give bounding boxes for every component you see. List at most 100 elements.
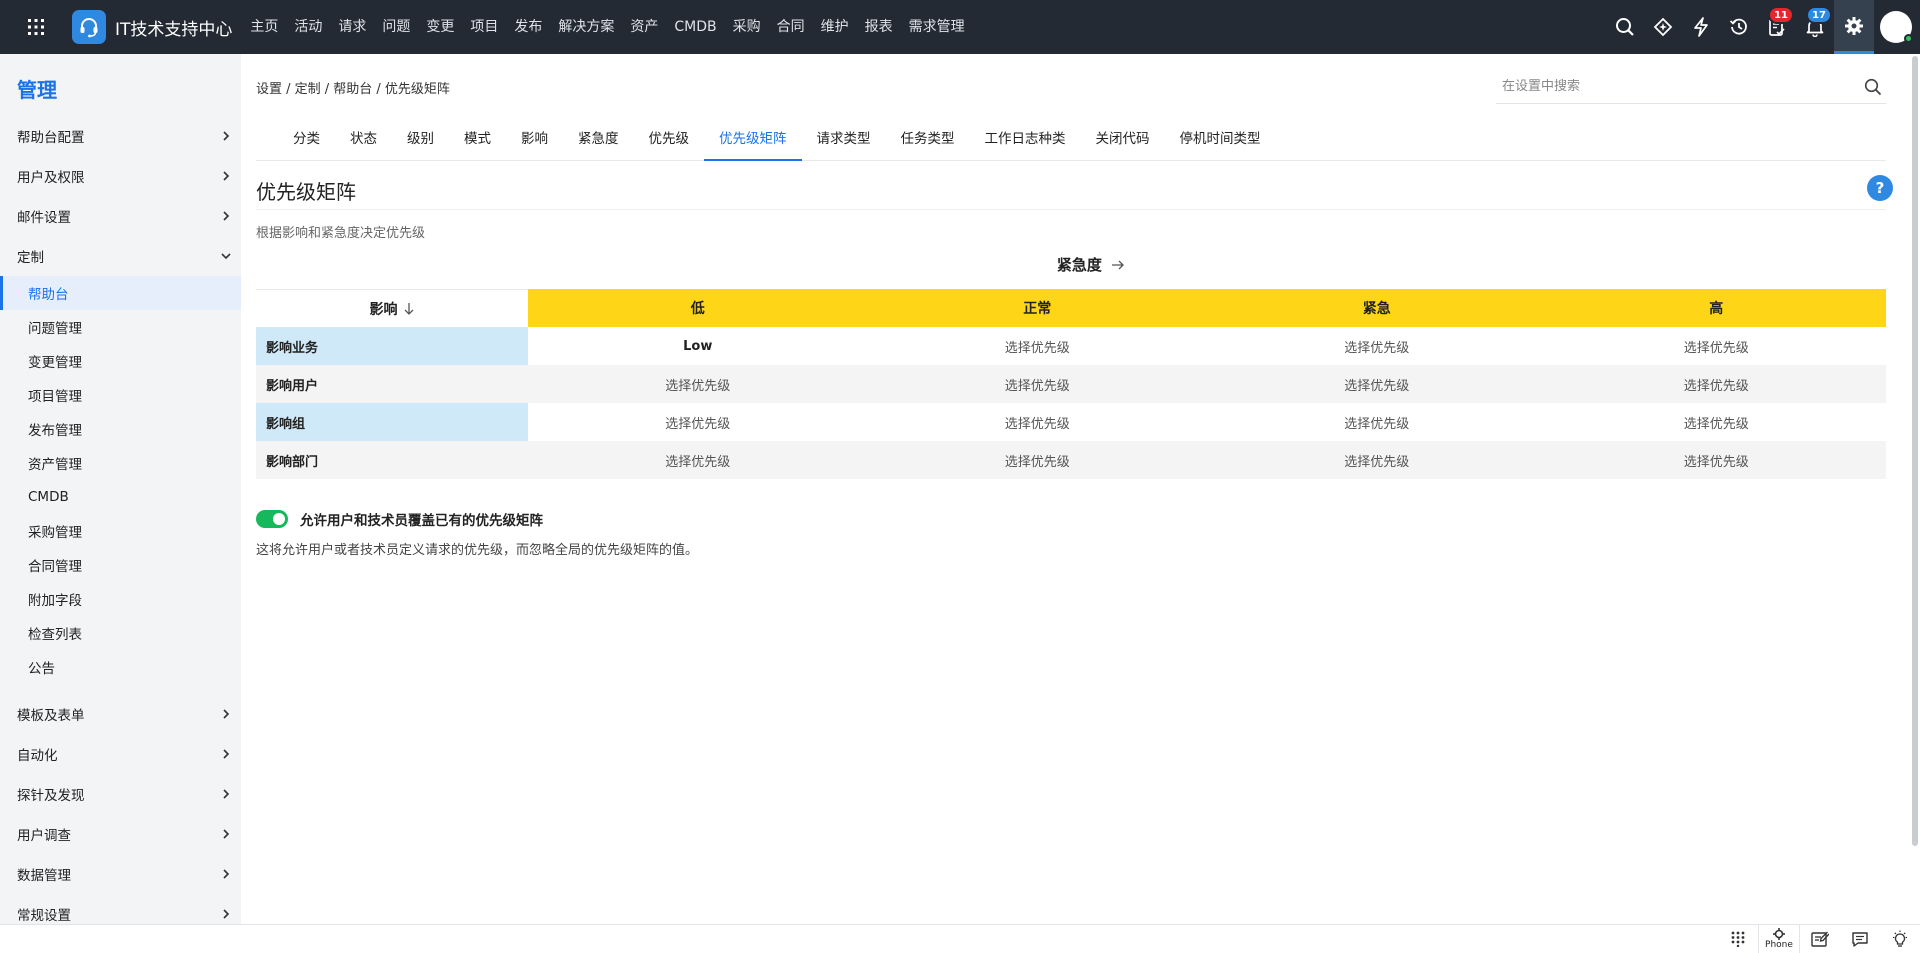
- search-icon[interactable]: [1606, 0, 1644, 54]
- override-toggle-description: 这将允许用户或者技术员定义请求的优先级，而忽略全局的优先级矩阵的值。: [256, 543, 699, 558]
- history-icon[interactable]: [1720, 0, 1758, 54]
- tab-downtime-type[interactable]: 停机时间类型: [1165, 118, 1276, 161]
- avatar[interactable]: [1880, 11, 1913, 43]
- tab-priority-matrix[interactable]: 优先级矩阵: [704, 118, 802, 161]
- brand[interactable]: IT技术支持中心: [72, 0, 232, 54]
- tab-priority[interactable]: 优先级: [634, 118, 705, 161]
- sidebar-item-general-settings[interactable]: 常规设置: [0, 894, 241, 924]
- sidebar-item-templates-forms[interactable]: 模板及表单: [0, 694, 241, 734]
- sidebar-sub-additional-fields[interactable]: 附加字段: [0, 582, 241, 616]
- priority-cell[interactable]: 选择优先级: [1547, 441, 1887, 479]
- chat-icon[interactable]: [1840, 925, 1880, 953]
- sidebar-sub-helpdesk[interactable]: 帮助台: [0, 276, 241, 310]
- priority-cell[interactable]: 选择优先级: [528, 403, 868, 441]
- vertical-scrollbar[interactable]: [1912, 56, 1918, 846]
- sidebar-sub-asset-management[interactable]: 资产管理: [0, 446, 241, 480]
- app-launcher-icon[interactable]: [0, 0, 72, 54]
- nav-demand-management[interactable]: 需求管理: [901, 0, 973, 54]
- nav-maintenance[interactable]: 维护: [813, 0, 857, 54]
- sidebar-item-data-management[interactable]: 数据管理: [0, 854, 241, 894]
- override-toggle-label: 允许用户和技术员覆盖已有的优先级矩阵: [300, 513, 543, 529]
- approvals-icon[interactable]: 11: [1758, 0, 1796, 54]
- sidebar-item-probes-discovery[interactable]: 探针及发现: [0, 774, 241, 814]
- tab-urgency[interactable]: 紧急度: [563, 118, 634, 161]
- nav-problems[interactable]: 问题: [374, 0, 418, 54]
- priority-cell[interactable]: 选择优先级: [868, 327, 1208, 365]
- tab-closure-code[interactable]: 关闭代码: [1081, 118, 1165, 161]
- phone-label: Phone: [1765, 940, 1793, 950]
- priority-cell[interactable]: 选择优先级: [868, 403, 1208, 441]
- sidebar-item-mail-settings[interactable]: 邮件设置: [0, 196, 241, 236]
- sidebar-item-helpdesk-config[interactable]: 帮助台配置: [0, 116, 241, 156]
- nav-purchase[interactable]: 采购: [725, 0, 769, 54]
- page-title: 优先级矩阵: [256, 180, 356, 204]
- lightning-icon[interactable]: [1682, 0, 1720, 54]
- urgency-header-normal: 正常: [867, 289, 1207, 327]
- nav-home[interactable]: 主页: [242, 0, 286, 54]
- sidebar-item-customize[interactable]: 定制: [0, 236, 241, 276]
- sidebar-sub-announcements[interactable]: 公告: [0, 650, 241, 684]
- nav-assets[interactable]: 资产: [622, 0, 666, 54]
- lightbulb-icon[interactable]: [1880, 925, 1920, 953]
- priority-cell[interactable]: 选择优先级: [868, 441, 1208, 479]
- sidebar-item-user-survey[interactable]: 用户调查: [0, 814, 241, 854]
- tab-level[interactable]: 级别: [392, 118, 449, 161]
- sidebar-sub-checklists[interactable]: 检查列表: [0, 616, 241, 650]
- priority-cell[interactable]: 选择优先级: [1207, 403, 1547, 441]
- footer-actions: Phone: [1718, 925, 1920, 953]
- priority-cell[interactable]: 选择优先级: [1207, 327, 1547, 365]
- nav-contracts[interactable]: 合同: [769, 0, 813, 54]
- priority-cell[interactable]: 选择优先级: [1207, 365, 1547, 403]
- nav-activities[interactable]: 活动: [286, 0, 330, 54]
- sidebar-item-automation[interactable]: 自动化: [0, 734, 241, 774]
- sidebar-item-label: 模板及表单: [17, 708, 85, 724]
- priority-cell[interactable]: Low: [528, 327, 868, 365]
- override-toggle[interactable]: [256, 510, 288, 528]
- sidebar-sub-problem-management[interactable]: 问题管理: [0, 310, 241, 344]
- sidebar-sub-cmdb[interactable]: CMDB: [0, 480, 241, 514]
- gear-icon[interactable]: [1834, 0, 1874, 54]
- tab-task-type[interactable]: 任务类型: [886, 118, 970, 161]
- chevron-right-icon: [223, 709, 230, 719]
- main-nav: 主页 活动 请求 问题 变更 项目 发布 解决方案 资产 CMDB 采购 合同 …: [242, 0, 972, 54]
- nav-requests[interactable]: 请求: [330, 0, 374, 54]
- settings-search-input[interactable]: [1502, 79, 1832, 94]
- sidebar-sub-project-management[interactable]: 项目管理: [0, 378, 241, 412]
- tab-mode[interactable]: 模式: [449, 118, 506, 161]
- phone-button[interactable]: Phone: [1758, 925, 1800, 953]
- priority-cell[interactable]: 选择优先级: [1547, 365, 1887, 403]
- sidebar-sub-change-management[interactable]: 变更管理: [0, 344, 241, 378]
- tab-worklog-type[interactable]: 工作日志种类: [970, 118, 1081, 161]
- nav-releases[interactable]: 发布: [506, 0, 550, 54]
- nav-projects[interactable]: 项目: [462, 0, 506, 54]
- search-icon[interactable]: [1864, 78, 1882, 96]
- nav-solutions[interactable]: 解决方案: [550, 0, 622, 54]
- tab-status[interactable]: 状态: [335, 118, 392, 161]
- priority-cell[interactable]: 选择优先级: [1547, 403, 1887, 441]
- notes-icon[interactable]: [1800, 925, 1840, 953]
- nav-reports[interactable]: 报表: [857, 0, 901, 54]
- tab-impact[interactable]: 影响: [506, 118, 563, 161]
- sidebar-item-label: 定制: [17, 250, 44, 266]
- nav-cmdb[interactable]: CMDB: [666, 0, 724, 54]
- sidebar-sub-release-management[interactable]: 发布管理: [0, 412, 241, 446]
- priority-cell[interactable]: 选择优先级: [528, 365, 868, 403]
- bell-icon[interactable]: 17: [1796, 0, 1834, 54]
- sidebar-sub-purchase-management[interactable]: 采购管理: [0, 514, 241, 548]
- priority-cell[interactable]: 选择优先级: [868, 365, 1208, 403]
- tab-categories[interactable]: 分类: [278, 118, 335, 161]
- help-button[interactable]: ?: [1867, 175, 1893, 201]
- tab-request-type[interactable]: 请求类型: [802, 118, 886, 161]
- priority-cell[interactable]: 选择优先级: [1207, 441, 1547, 479]
- priority-cell[interactable]: 选择优先级: [528, 441, 868, 479]
- customize-tabs: 分类 状态 级别 模式 影响 紧急度 优先级 优先级矩阵 请求类型 任务类型 工…: [256, 118, 1886, 161]
- toggle-knob: [273, 513, 285, 525]
- ai-assist-icon[interactable]: [1644, 0, 1682, 54]
- impact-row-label: 影响业务: [256, 327, 528, 365]
- sidebar-item-label: 邮件设置: [17, 210, 71, 226]
- sidebar-sub-contract-management[interactable]: 合同管理: [0, 548, 241, 582]
- sidebar-item-users-permissions[interactable]: 用户及权限: [0, 156, 241, 196]
- priority-cell[interactable]: 选择优先级: [1547, 327, 1887, 365]
- dialpad-icon[interactable]: [1718, 925, 1758, 953]
- nav-changes[interactable]: 变更: [418, 0, 462, 54]
